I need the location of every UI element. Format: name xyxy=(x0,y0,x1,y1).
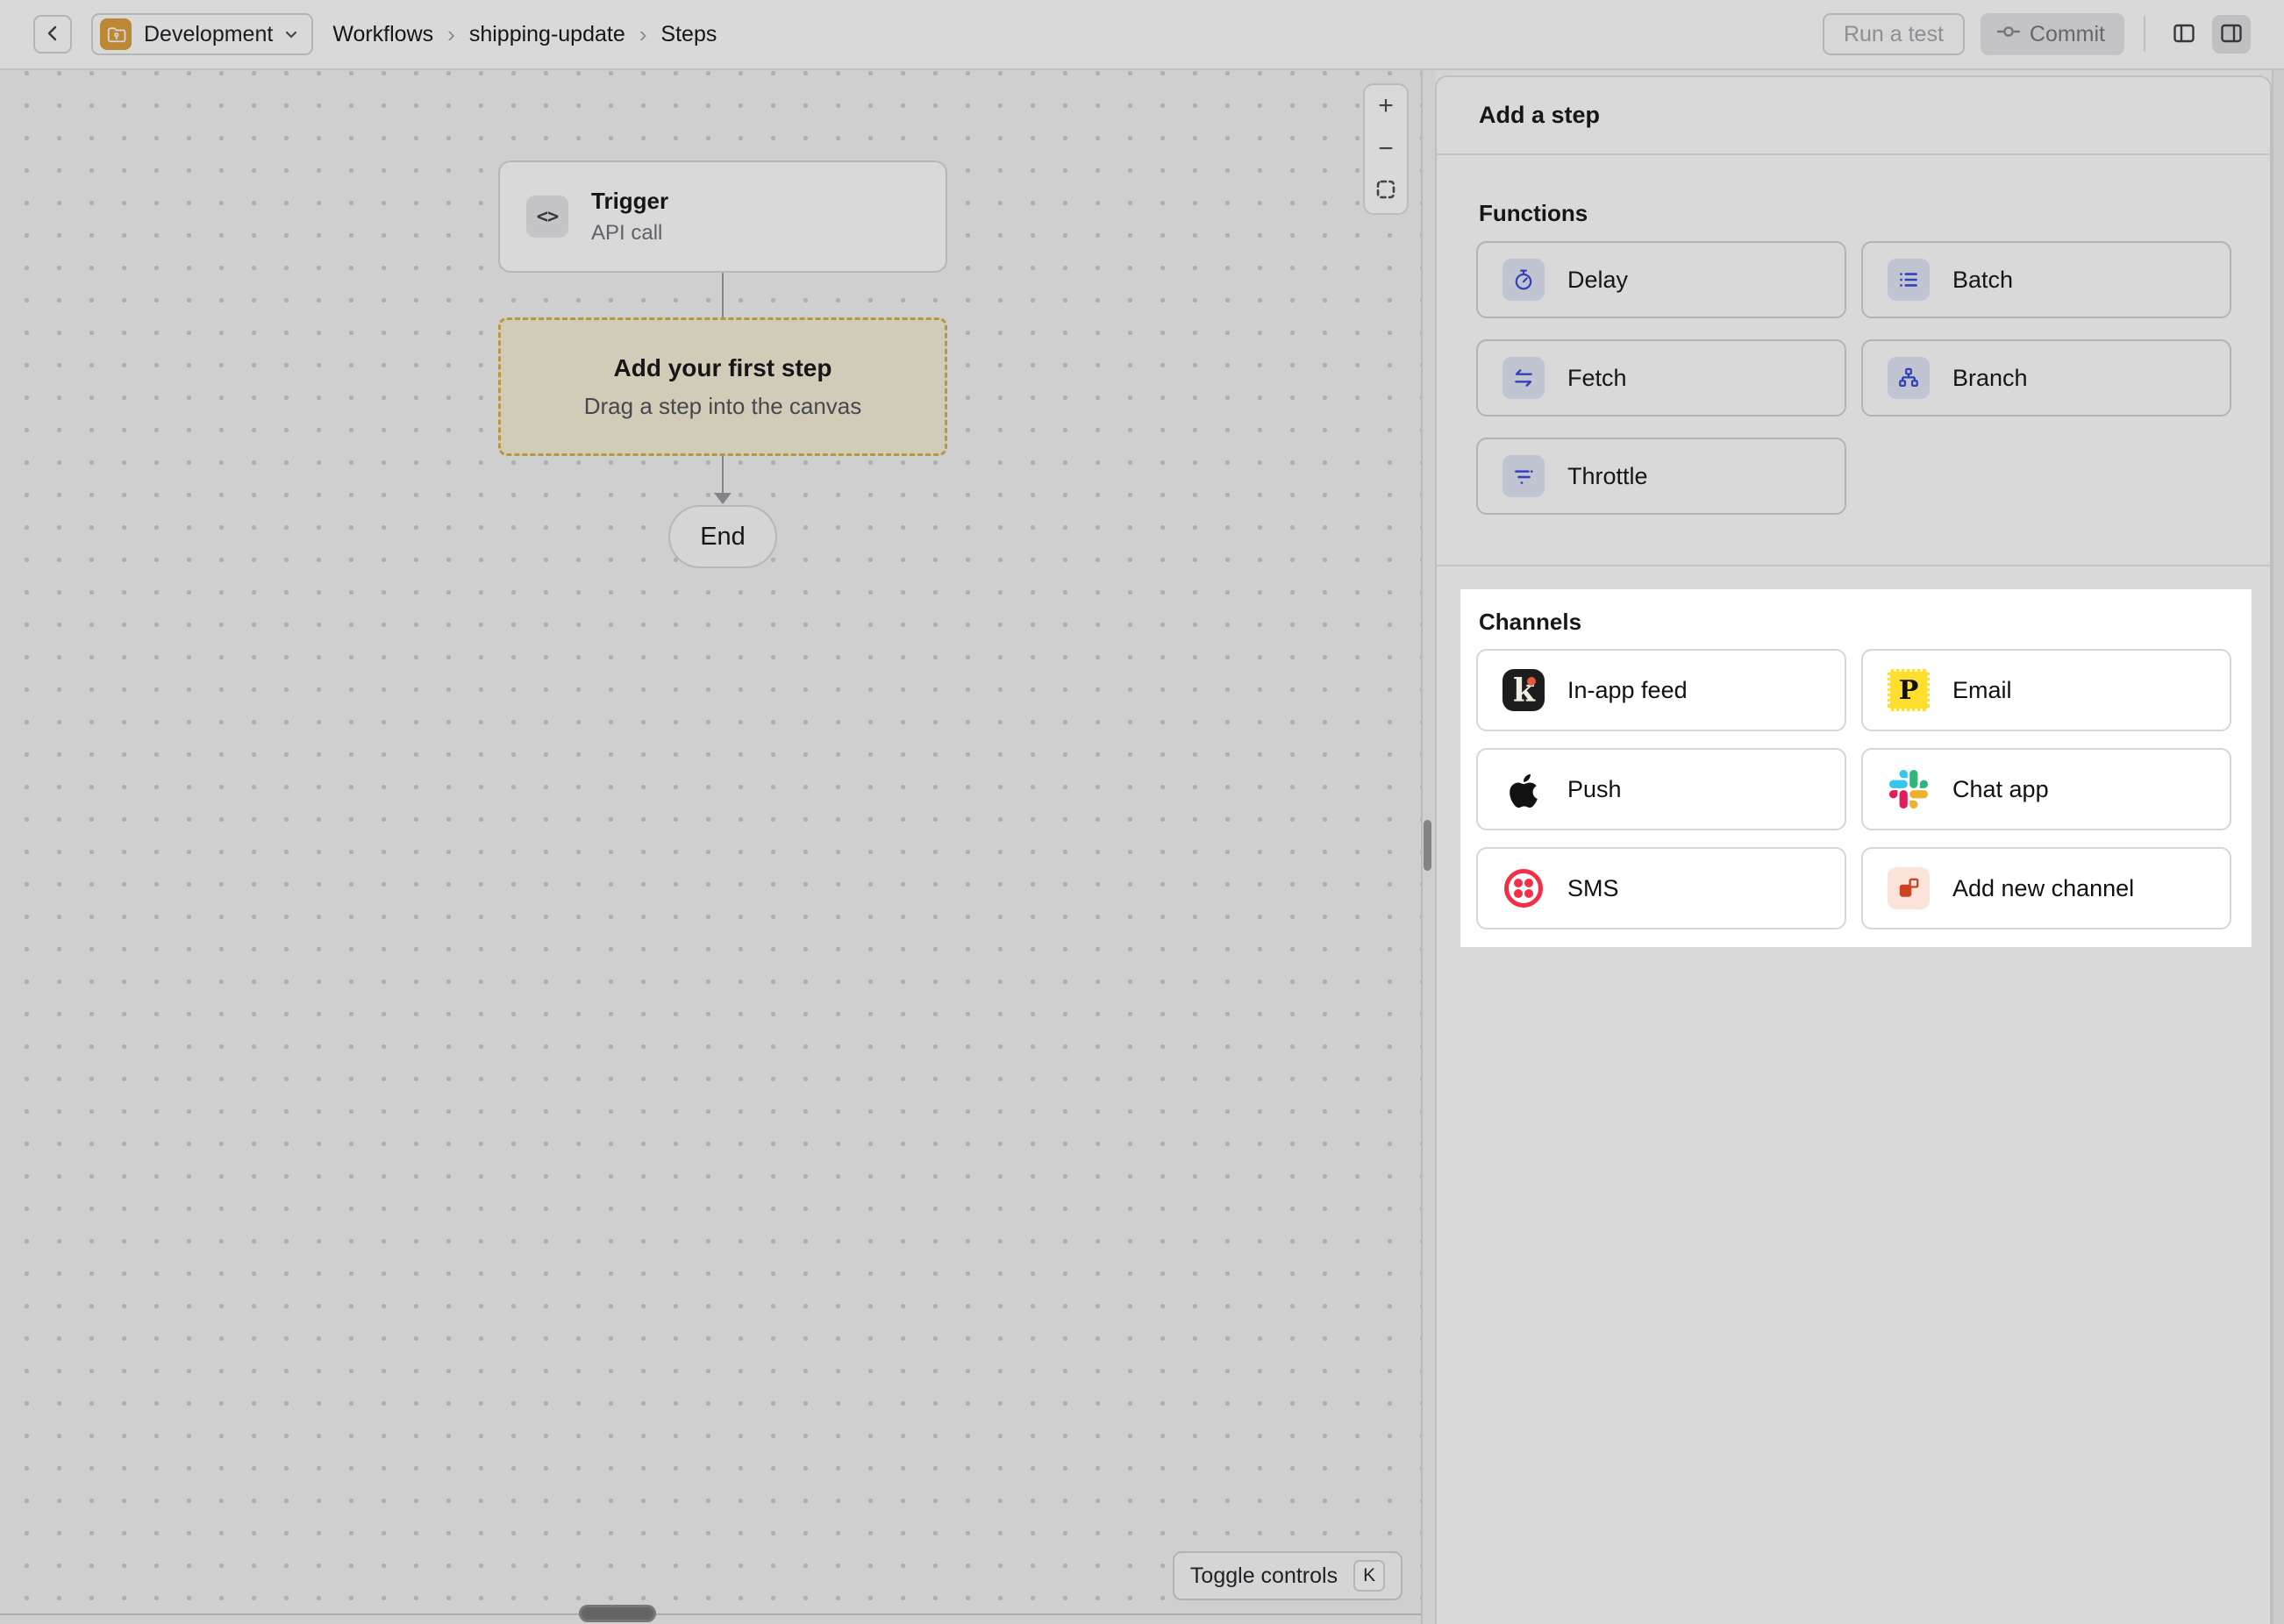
channel-label: Chat app xyxy=(1952,776,2049,803)
function-label: Batch xyxy=(1952,267,2013,294)
function-label: Fetch xyxy=(1567,365,1627,392)
channel-card-in-app-feed[interactable]: k In-app feed xyxy=(1476,649,1846,731)
breadcrumb-separator: › xyxy=(639,21,647,48)
sidebar-title: Add a step xyxy=(1437,77,2270,155)
stopwatch-icon xyxy=(1502,259,1545,301)
toggle-left-panel-button[interactable] xyxy=(2165,15,2203,53)
locked-folder-icon xyxy=(100,18,132,50)
breadcrumb-workflow-name[interactable]: shipping-update xyxy=(469,22,625,47)
channel-label: Email xyxy=(1952,677,2012,704)
zoom-in-button[interactable]: + xyxy=(1365,85,1407,128)
function-card-batch[interactable]: Batch xyxy=(1861,241,2231,318)
commit-icon xyxy=(1996,19,2021,50)
panel-left-icon xyxy=(2172,21,2196,48)
channel-label: In-app feed xyxy=(1567,677,1688,704)
apple-icon xyxy=(1502,768,1545,810)
run-a-test-button[interactable]: Run a test xyxy=(1823,13,1965,55)
functions-grid: Delay Batch Fetch xyxy=(1476,241,2236,515)
toggle-controls-button[interactable]: Toggle controls K xyxy=(1173,1551,1403,1600)
code-brackets-icon: <> xyxy=(526,196,568,238)
twilio-icon xyxy=(1502,867,1545,909)
swap-arrows-icon xyxy=(1502,357,1545,399)
slack-icon xyxy=(1888,768,1930,810)
channel-card-email[interactable]: P Email xyxy=(1861,649,2231,731)
function-card-branch[interactable]: Branch xyxy=(1861,339,2231,417)
channel-card-chat-app[interactable]: Chat app xyxy=(1861,748,2231,830)
org-chart-icon xyxy=(1888,357,1930,399)
channel-card-sms[interactable]: SMS xyxy=(1476,847,1846,930)
end-node: End xyxy=(668,505,777,568)
fit-view-icon xyxy=(1375,177,1396,207)
channel-card-add-new[interactable]: Add new channel xyxy=(1861,847,2231,930)
function-card-fetch[interactable]: Fetch xyxy=(1476,339,1846,417)
functions-section-label: Functions xyxy=(1479,200,1588,227)
sidebar-scrollbar-gutter[interactable] xyxy=(2272,70,2284,1624)
channel-label: SMS xyxy=(1567,875,1619,902)
canvas-vertical-scrollbar[interactable] xyxy=(1424,820,1431,871)
breadcrumb-steps[interactable]: Steps xyxy=(660,22,717,47)
breadcrumb-separator: › xyxy=(447,21,455,48)
environment-selector[interactable]: Development xyxy=(91,13,313,55)
breadcrumb: Workflows › shipping-update › Steps xyxy=(332,21,717,48)
trigger-step-node[interactable]: <> Trigger API call xyxy=(498,160,947,273)
canvas-horizontal-scrollbar[interactable] xyxy=(579,1605,656,1622)
function-label: Delay xyxy=(1567,267,1628,294)
channel-label: Push xyxy=(1567,776,1622,803)
function-card-delay[interactable]: Delay xyxy=(1476,241,1846,318)
function-label: Throttle xyxy=(1567,463,1648,490)
channels-section-label: Channels xyxy=(1479,609,1581,636)
channels-spotlight-panel: Channels k In-app feed P Email Push xyxy=(1460,589,2252,947)
knock-icon: k xyxy=(1502,669,1545,711)
trigger-node-subtitle: API call xyxy=(591,221,668,246)
postmark-icon: P xyxy=(1888,669,1930,711)
canvas-zoom-controls: + − xyxy=(1363,83,1409,215)
keyboard-shortcut-badge: K xyxy=(1353,1560,1385,1592)
channel-card-push[interactable]: Push xyxy=(1476,748,1846,830)
list-icon xyxy=(1888,259,1930,301)
add-first-step-dropzone[interactable]: Add your first step Drag a step into the… xyxy=(498,317,947,456)
channel-label: Add new channel xyxy=(1952,875,2134,902)
back-button[interactable] xyxy=(33,15,72,53)
filter-lines-icon xyxy=(1502,455,1545,497)
function-card-throttle[interactable]: Throttle xyxy=(1476,438,1846,515)
topbar-divider xyxy=(2144,17,2145,52)
toggle-right-panel-button[interactable] xyxy=(2212,15,2251,53)
top-bar: Development Workflows › shipping-update … xyxy=(0,0,2284,70)
dropzone-subtitle: Drag a step into the canvas xyxy=(584,393,862,420)
commit-label: Commit xyxy=(2030,22,2105,47)
chevron-left-icon xyxy=(43,24,62,46)
panel-right-icon xyxy=(2219,21,2244,48)
sidebar-section-divider xyxy=(1437,565,2270,566)
function-label: Branch xyxy=(1952,365,2028,392)
commit-button[interactable]: Commit xyxy=(1981,13,2124,55)
connector-line xyxy=(722,456,724,495)
connector-arrowhead xyxy=(714,493,732,504)
trigger-node-title: Trigger xyxy=(591,188,668,215)
add-channel-icon xyxy=(1888,867,1930,909)
channels-grid: k In-app feed P Email Push xyxy=(1476,649,2236,930)
canvas-horizontal-scrollbar-track xyxy=(0,1613,1421,1615)
dropzone-title: Add your first step xyxy=(614,354,832,382)
end-node-label: End xyxy=(700,523,746,552)
toggle-controls-label: Toggle controls xyxy=(1190,1563,1338,1589)
chevron-down-icon xyxy=(283,26,299,42)
zoom-out-button[interactable]: − xyxy=(1365,128,1407,171)
environment-label: Development xyxy=(144,22,273,47)
workflow-canvas[interactable] xyxy=(0,70,1421,1624)
connector-line xyxy=(722,273,724,317)
breadcrumb-workflows[interactable]: Workflows xyxy=(332,22,433,47)
fit-view-button[interactable] xyxy=(1365,170,1407,213)
